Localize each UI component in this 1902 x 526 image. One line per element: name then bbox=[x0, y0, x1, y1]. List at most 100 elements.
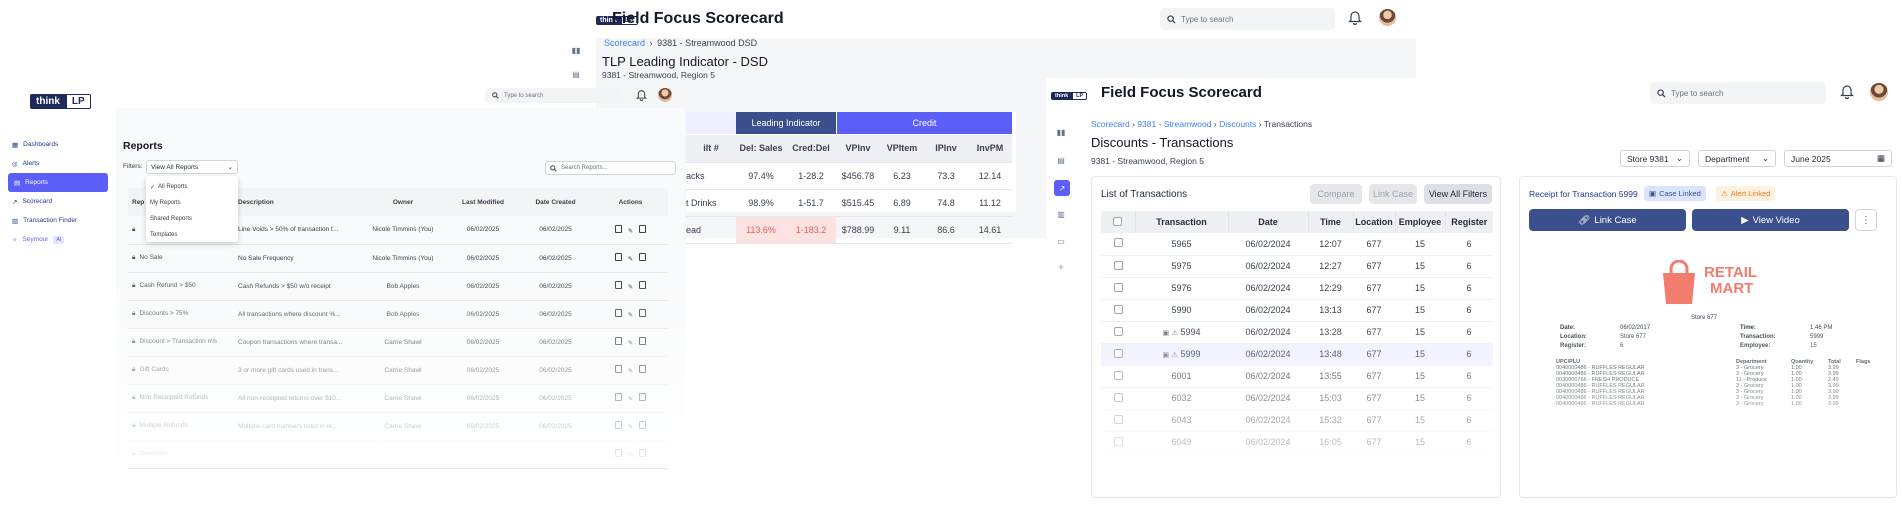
table-row[interactable]: 🔒︎ Gift Cards 3 or more gift cards used in… bbox=[128, 356, 668, 385]
chart-icon[interactable]: ▮▮ bbox=[1055, 126, 1067, 138]
edit-icon[interactable]: ✎ bbox=[628, 284, 633, 291]
avatar[interactable] bbox=[658, 88, 672, 102]
breadcrumb-scorecard[interactable]: Scorecard bbox=[604, 38, 645, 48]
table-row[interactable]: 🔒︎ No Sale No Sale Frequency Nicole Timmins… bbox=[128, 244, 668, 273]
edit-icon[interactable]: ✎ bbox=[628, 312, 633, 319]
table-row[interactable]: 5990 06/02/2024 13:13 677 15 6 bbox=[1101, 299, 1493, 322]
trash-icon[interactable] bbox=[639, 421, 647, 429]
filter-select[interactable]: View All Reports ⌄ bbox=[146, 160, 238, 174]
table-row[interactable]: 6049 06/02/2024 16:05 677 15 6 bbox=[1101, 431, 1493, 454]
alert-linked-badge[interactable]: ⚠ Alert Linked bbox=[1716, 186, 1776, 201]
copy-icon[interactable] bbox=[614, 421, 622, 429]
search-input[interactable]: Type to search bbox=[504, 93, 543, 99]
row-checkbox[interactable] bbox=[1113, 238, 1123, 248]
trash-icon[interactable] bbox=[639, 253, 647, 261]
link-case-button[interactable]: Link Case bbox=[1369, 184, 1417, 204]
trash-icon[interactable] bbox=[639, 449, 647, 457]
row-checkbox[interactable] bbox=[1113, 304, 1123, 314]
document-icon[interactable]: ▤ bbox=[1055, 154, 1067, 166]
row-checkbox[interactable] bbox=[1113, 392, 1123, 402]
sidebar-item-transaction-finder[interactable]: ▥ Transaction Finder bbox=[0, 211, 116, 230]
department-select[interactable]: Department ⌄ bbox=[1698, 150, 1776, 167]
table-row[interactable]: 🔒︎ Non Receipted Refunds All non-receipted… bbox=[128, 384, 668, 413]
table-row[interactable]: 🔒︎ Discount > Transaction n% Coupon transa… bbox=[128, 328, 668, 357]
search-input[interactable]: Type to search bbox=[1181, 15, 1233, 24]
row-checkbox[interactable] bbox=[1113, 370, 1123, 380]
sparkle-icon[interactable]: ✧ bbox=[1055, 261, 1067, 273]
table-row[interactable]: 🔒︎ Discounts > 75% All transactions where … bbox=[128, 300, 668, 329]
edit-icon[interactable]: ✎ bbox=[628, 368, 633, 375]
table-row[interactable]: 6001 06/02/2024 13:55 677 15 6 bbox=[1101, 365, 1493, 388]
trend-icon[interactable]: ↗ bbox=[1054, 180, 1070, 196]
table-row[interactable]: 5976 06/02/2024 12:29 677 15 6 bbox=[1101, 277, 1493, 300]
menu-item-all-reports[interactable]: ✓ All Reports bbox=[146, 179, 238, 195]
bell-icon[interactable] bbox=[1840, 84, 1854, 99]
edit-icon[interactable]: ✎ bbox=[628, 452, 633, 459]
chat-icon[interactable]: ▭ bbox=[1055, 235, 1067, 247]
edit-icon[interactable]: ✎ bbox=[628, 424, 633, 431]
sidebar-item-reports[interactable]: ▤ Reports bbox=[8, 173, 108, 192]
sidebar-item-seymour[interactable]: ✧ Seymour AI bbox=[0, 230, 116, 249]
copy-icon[interactable] bbox=[614, 224, 622, 233]
copy-icon[interactable] bbox=[614, 365, 622, 373]
row-checkbox[interactable] bbox=[1113, 414, 1123, 424]
table-row[interactable]: 6043 06/02/2024 15:32 677 15 6 bbox=[1101, 409, 1493, 432]
sidebar-item-scorecard[interactable]: ↗ Scorecard bbox=[0, 192, 116, 211]
table-row[interactable]: ▣ ⚠ 5994 06/02/2024 13:28 677 15 6 bbox=[1101, 321, 1493, 344]
menu-item-shared-reports[interactable]: Shared Reports bbox=[146, 211, 238, 227]
app-logo[interactable]: think LP bbox=[1051, 92, 1088, 100]
table-row[interactable]: 5975 06/02/2024 12:27 677 15 6 bbox=[1101, 255, 1493, 278]
breadcrumb-discounts[interactable]: Discounts bbox=[1219, 119, 1256, 129]
edit-icon[interactable]: ✎ bbox=[628, 228, 633, 235]
table-row[interactable]: t Drinks 98.9% 1-51.7 $515.45 6.89 74.8 11.12 bbox=[686, 189, 1012, 217]
copy-icon[interactable] bbox=[614, 449, 622, 457]
table-row[interactable]: 🔒︎ Overrides ✎ bbox=[128, 440, 668, 469]
edit-icon[interactable]: ✎ bbox=[628, 340, 633, 347]
table-row[interactable]: 5965 06/02/2024 12:07 677 15 6 bbox=[1101, 233, 1493, 256]
table-row[interactable]: acks 97.4% 1-28.2 $456.78 6.23 73.3 12.14 bbox=[686, 162, 1012, 190]
bell-icon[interactable] bbox=[636, 89, 647, 101]
copy-icon[interactable] bbox=[614, 253, 622, 261]
avatar[interactable] bbox=[1379, 9, 1396, 26]
breadcrumb-scorecard[interactable]: Scorecard bbox=[1091, 119, 1130, 129]
trash-icon[interactable] bbox=[639, 224, 647, 233]
receipt-link-case-button[interactable]: 🔗︎ Link Case bbox=[1529, 209, 1686, 231]
case-linked-badge[interactable]: ▣ Case Linked bbox=[1644, 186, 1706, 201]
trash-icon[interactable] bbox=[639, 393, 647, 401]
compare-button[interactable]: Compare bbox=[1310, 184, 1362, 204]
edit-icon[interactable]: ✎ bbox=[628, 256, 633, 263]
menu-item-templates[interactable]: Templates bbox=[146, 227, 238, 243]
table-row[interactable]: ead 113.6% 1-183.2 $788.99 9.11 86.6 14.61 bbox=[686, 216, 1012, 244]
document-icon[interactable]: ▤ bbox=[570, 68, 582, 80]
row-checkbox[interactable] bbox=[1113, 326, 1123, 336]
copy-icon[interactable] bbox=[614, 393, 622, 401]
copy-icon[interactable] bbox=[614, 281, 622, 289]
global-search[interactable]: Type to search bbox=[1650, 82, 1826, 104]
trash-icon[interactable] bbox=[639, 365, 647, 373]
trash-icon[interactable] bbox=[639, 337, 647, 345]
row-checkbox[interactable] bbox=[1113, 348, 1123, 358]
global-search[interactable]: Type to search bbox=[1160, 8, 1335, 30]
breadcrumb-store[interactable]: 9381 - Streamwood bbox=[1137, 119, 1211, 129]
copy-icon[interactable] bbox=[614, 337, 622, 345]
global-search[interactable]: Type to search bbox=[485, 88, 623, 103]
view-all-filters-button[interactable]: View All Filters bbox=[1424, 184, 1492, 204]
app-logo[interactable]: think LP bbox=[30, 94, 91, 109]
sidebar-item-dashboards[interactable]: ▦ Dashboards bbox=[0, 135, 116, 154]
edit-icon[interactable]: ✎ bbox=[628, 396, 633, 403]
select-all-checkbox[interactable] bbox=[1113, 216, 1123, 226]
table-row[interactable]: 6032 06/02/2024 15:03 677 15 6 bbox=[1101, 387, 1493, 410]
avatar[interactable] bbox=[1870, 83, 1888, 101]
table-row[interactable]: 🔒︎ Cash Refund > $50 Cash Refunds > $50 w/… bbox=[128, 272, 668, 301]
trash-icon[interactable] bbox=[639, 309, 647, 317]
row-checkbox[interactable] bbox=[1113, 436, 1123, 446]
row-checkbox[interactable] bbox=[1113, 282, 1123, 292]
more-options-button[interactable]: ⋮ bbox=[1855, 209, 1877, 231]
search-reports[interactable]: Search Reports... bbox=[545, 161, 676, 175]
date-select[interactable]: June 2025 ▦ bbox=[1784, 150, 1892, 167]
menu-item-my-reports[interactable]: My Reports bbox=[146, 195, 238, 211]
row-checkbox[interactable] bbox=[1113, 260, 1123, 270]
copy-icon[interactable] bbox=[614, 309, 622, 317]
table-row[interactable]: ▣ ⚠ 5999 06/02/2024 13:48 677 15 6 bbox=[1101, 343, 1493, 366]
sidebar-item-alerts[interactable]: ◎ Alerts bbox=[0, 154, 116, 173]
